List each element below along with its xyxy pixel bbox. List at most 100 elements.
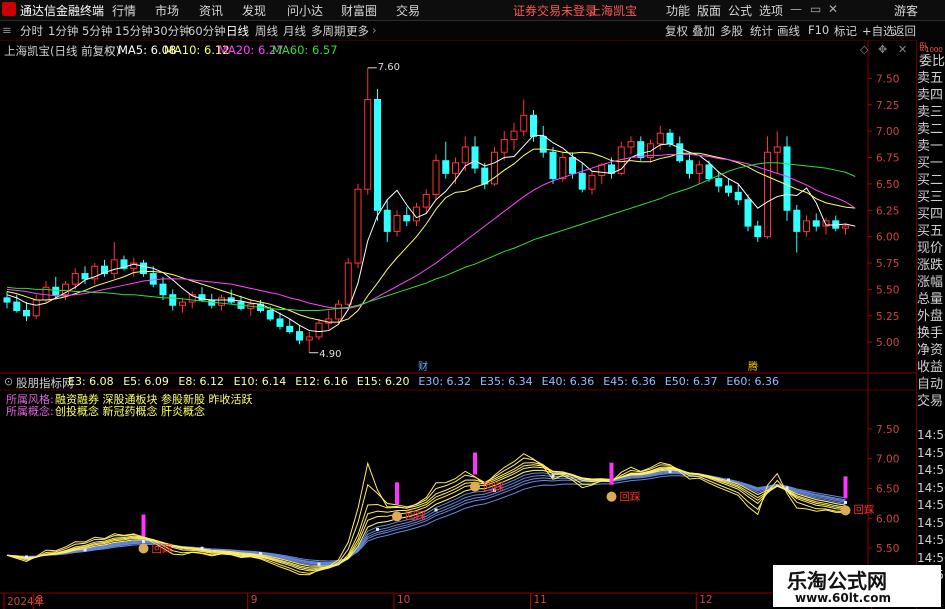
- tab-period-multi[interactable]: 多周期: [311, 23, 346, 39]
- sub-value-8: E40: 6.36: [541, 375, 595, 388]
- chart-option-icon[interactable]: ◇: [860, 43, 868, 56]
- huaxian-button[interactable]: 画线: [777, 23, 800, 39]
- x-label-1: 8: [36, 594, 43, 606]
- menu-shichang[interactable]: 市场: [155, 2, 179, 19]
- finance-marker[interactable]: 财: [418, 358, 428, 373]
- tab-period-60min[interactable]: 60分钟: [188, 23, 226, 39]
- ribbon-dot: [259, 552, 262, 556]
- toolbar-menu-icon[interactable]: ≡: [2, 23, 12, 37]
- duogu-button[interactable]: 多股: [720, 23, 743, 39]
- candlestick-series: [3, 67, 849, 353]
- candle: [842, 223, 849, 235]
- ribbon-fast-e15: [6, 469, 846, 567]
- diejia-button[interactable]: 叠加: [692, 23, 715, 39]
- menu-caifuquan[interactable]: 财富圈: [341, 2, 377, 19]
- menu-hangqing[interactable]: 行情: [112, 2, 136, 19]
- tab-period-more[interactable]: 更多: [346, 23, 369, 39]
- fuquan-button[interactable]: 复权: [665, 23, 688, 39]
- panel-time-1: 14:56: [917, 445, 945, 460]
- ribbon-dot: [551, 474, 555, 478]
- panel-time-6: 14:56: [917, 533, 945, 547]
- tab-period-1min[interactable]: 1分钟: [48, 23, 78, 39]
- candle: [520, 99, 528, 137]
- signal-bag-icon: [606, 491, 617, 502]
- guest-label[interactable]: 游客: [894, 2, 918, 19]
- candle: [227, 289, 235, 305]
- panel-item-19: 交易: [917, 394, 944, 409]
- ribbon-dot: [785, 486, 789, 490]
- main-ytick-4: 6.00: [876, 232, 899, 244]
- candle: [578, 162, 586, 193]
- candle: [354, 183, 362, 269]
- candle: [773, 131, 781, 174]
- sub-ytick-4: 7.50: [876, 424, 899, 436]
- ribbon-slow-e50: [6, 473, 846, 563]
- more-chevron-icon[interactable]: ›: [372, 23, 377, 37]
- ribbon-dot: [25, 555, 28, 559]
- chart-add-icon[interactable]: ✥: [878, 43, 887, 56]
- menu-zixun[interactable]: 资讯: [199, 2, 223, 19]
- watermark-line1: 乐淘公式网: [787, 569, 887, 593]
- signal-bag-icon: [470, 481, 480, 492]
- menu-jiaoyi[interactable]: 交易: [396, 2, 420, 19]
- tab-period-5min[interactable]: 5分钟: [82, 23, 112, 39]
- chart-grid: [0, 40, 916, 594]
- candle: [208, 293, 216, 309]
- x-label-2: 9: [250, 594, 258, 606]
- candle: [744, 194, 752, 232]
- indicator-settings-icon[interactable]: ⊙: [106, 43, 115, 56]
- kline-chart-area[interactable]: 5.00 5.25 5.50 5.75 6.00 6.25 6.50 6.75 7.00 7.25…: [0, 40, 916, 609]
- tab-period-30min[interactable]: 30分钟: [153, 23, 191, 39]
- low-price-label: 4.90: [319, 348, 342, 360]
- candle: [803, 215, 810, 237]
- tab-period-monthly[interactable]: 月线: [283, 23, 306, 39]
- ma-line-ma10: [6, 148, 856, 323]
- back-button[interactable]: 返回: [893, 23, 916, 39]
- indicator-ribbon: [6, 452, 851, 576]
- candle: [832, 215, 840, 232]
- panel-time-5: 14:56: [917, 515, 945, 530]
- tab-period-15min[interactable]: 15分钟: [115, 23, 153, 39]
- minimize-icon[interactable]: —: [790, 2, 802, 16]
- sub-indicator-name[interactable]: 股朋指标网: [16, 375, 74, 391]
- restore-icon[interactable]: ▭: [810, 2, 821, 16]
- panel-time-4: 14:56: [917, 498, 945, 512]
- sub-indicator-icon[interactable]: ⊙: [4, 375, 13, 388]
- tongji-button[interactable]: 统计: [750, 23, 773, 39]
- tab-period-fenshi[interactable]: 分时: [20, 23, 43, 39]
- candle: [783, 136, 791, 221]
- candle: [315, 318, 323, 341]
- sub-value-1: E5: 6.09: [123, 375, 169, 388]
- menu-banmian[interactable]: 版面: [697, 2, 721, 19]
- menu-wenxiaoda[interactable]: 问小达: [287, 2, 323, 19]
- candle: [159, 276, 167, 300]
- close-icon[interactable]: ✕: [828, 2, 838, 16]
- biaoji-button[interactable]: 标记: [834, 23, 857, 39]
- signal-bar: [395, 482, 399, 505]
- stock-title: 上海凯宝(日线 前复权): [4, 44, 121, 58]
- sub-value-6: E30: 6.32: [418, 375, 472, 388]
- ribbon-dot: [200, 546, 204, 550]
- x-label-3: 10: [397, 594, 411, 606]
- menu-faxian[interactable]: 发现: [242, 2, 266, 19]
- tab-period-daily[interactable]: 日线: [226, 23, 249, 39]
- candle: [812, 213, 820, 232]
- watermark-logo: 乐淘公式网 www.60lt.com: [773, 565, 941, 607]
- sub-ytick-1: 6.00: [876, 513, 899, 525]
- signal-bar: [843, 476, 848, 499]
- candle: [588, 171, 596, 195]
- ribbon-slow-e30: [6, 469, 846, 567]
- menu-gongshi[interactable]: 公式: [728, 2, 752, 19]
- event-marker[interactable]: 腾: [748, 358, 758, 373]
- candle: [754, 220, 762, 242]
- menu-gongneng[interactable]: 功能: [666, 2, 690, 19]
- chart-close-icon[interactable]: ✕: [898, 43, 907, 56]
- login-status[interactable]: 证券交易未登录: [513, 2, 597, 19]
- candle: [549, 146, 557, 184]
- ribbon-dot: [668, 469, 672, 473]
- f10-button[interactable]: F10: [808, 23, 829, 37]
- menu-xuanxiang[interactable]: 选项: [759, 2, 783, 19]
- add-watchlist-button[interactable]: +自选: [862, 23, 895, 39]
- tab-period-weekly[interactable]: 周线: [255, 23, 278, 39]
- main-ytick-5: 6.25: [876, 205, 899, 217]
